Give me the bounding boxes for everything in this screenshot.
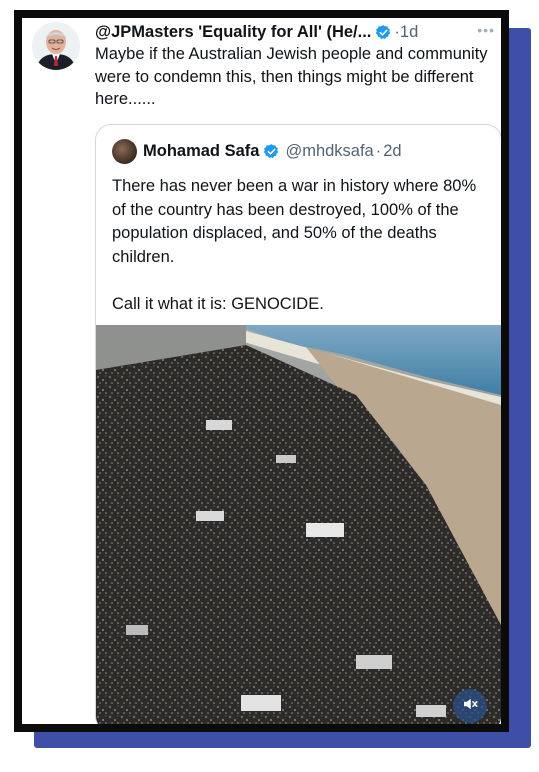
quoted-handle[interactable]: @mhdksafa xyxy=(285,142,373,161)
tweet-header: @JPMasters 'Equality for All' (He/... · … xyxy=(95,20,495,44)
tweet-card[interactable]: @JPMasters 'Equality for All' (He/... · … xyxy=(22,18,501,724)
quoted-tweet-text: There has never been a war in history wh… xyxy=(112,177,477,313)
speaker-muted-icon xyxy=(461,695,479,718)
tweet-text: Maybe if the Australian Jewish people an… xyxy=(95,45,488,108)
verified-badge-icon xyxy=(375,24,392,41)
author-avatar[interactable] xyxy=(32,22,80,70)
author-name[interactable]: @JPMasters 'Equality for All' (He/... xyxy=(95,23,371,42)
quoted-tweet-header: Mohamad Safa @mhdksafa · 2d xyxy=(143,139,402,164)
quoted-timestamp[interactable]: 2d xyxy=(383,142,401,161)
quoted-tweet[interactable]: Mohamad Safa @mhdksafa · 2d There has ne… xyxy=(95,124,501,724)
verified-badge-icon xyxy=(263,143,280,160)
quoted-separator: · xyxy=(375,142,382,160)
tweet-timestamp[interactable]: 1d xyxy=(400,23,418,42)
quoted-author-name[interactable]: Mohamad Safa xyxy=(143,142,259,161)
video-media[interactable] xyxy=(96,325,501,724)
quoted-author-avatar[interactable] xyxy=(112,139,137,164)
more-options-icon[interactable]: ••• xyxy=(477,22,495,38)
mute-button[interactable] xyxy=(453,689,487,723)
